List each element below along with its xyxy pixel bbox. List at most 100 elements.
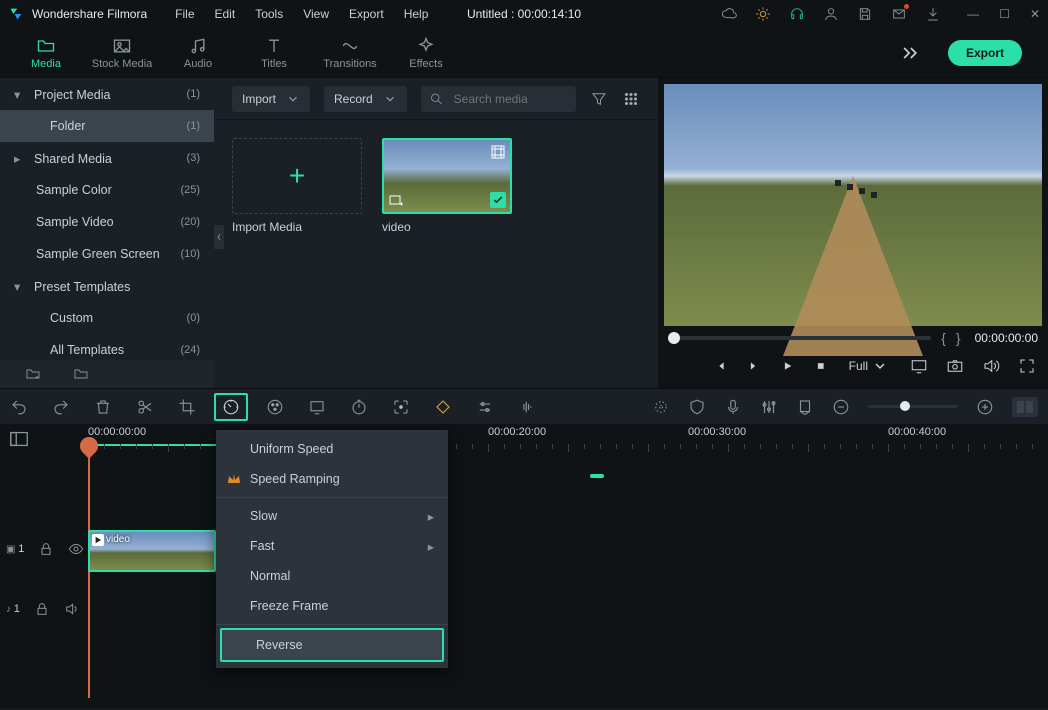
- support-headset-icon[interactable]: [789, 6, 805, 22]
- window-close-button[interactable]: ✕: [1030, 7, 1040, 21]
- sidebar-item-sample-green-screen[interactable]: Sample Green Screen (10): [0, 238, 214, 270]
- stop-icon[interactable]: [815, 358, 826, 374]
- save-icon[interactable]: [857, 6, 873, 22]
- tracking-icon[interactable]: [392, 398, 410, 416]
- menu-item-reverse[interactable]: Reverse: [220, 628, 444, 662]
- adjust-icon[interactable]: [476, 398, 494, 416]
- snapshot-icon[interactable]: [946, 357, 964, 375]
- new-folder-icon[interactable]: [24, 366, 42, 382]
- menu-export[interactable]: Export: [339, 7, 394, 21]
- sidebar-collapse-button[interactable]: [214, 225, 224, 249]
- speed-button[interactable]: [214, 393, 248, 421]
- grid-view-icon[interactable]: [622, 90, 640, 108]
- zoom-out-button[interactable]: [832, 398, 850, 416]
- sidebar-item-folder[interactable]: Folder (1): [0, 110, 214, 142]
- step-forward-icon[interactable]: [748, 358, 759, 374]
- tab-transitions[interactable]: Transitions: [312, 28, 388, 78]
- menu-item-speed-ramping[interactable]: Speed Ramping: [216, 464, 448, 494]
- export-button[interactable]: Export: [948, 40, 1022, 66]
- screen-crop-icon[interactable]: [308, 398, 326, 416]
- zoom-in-button[interactable]: [976, 398, 994, 416]
- marker-dots-icon[interactable]: [652, 398, 670, 416]
- sidebar-item-preset-templates[interactable]: ▾Preset Templates: [0, 270, 214, 302]
- media-clip-card[interactable]: video: [382, 138, 512, 234]
- keyframe-icon[interactable]: [434, 398, 452, 416]
- timeline-clip[interactable]: video: [88, 530, 216, 572]
- zoom-fit-button[interactable]: [1012, 397, 1038, 417]
- window-minimize-button[interactable]: —: [967, 7, 979, 21]
- menu-help[interactable]: Help: [394, 7, 439, 21]
- redo-icon[interactable]: [52, 398, 70, 416]
- sidebar-item-all-templates[interactable]: All Templates (24): [0, 334, 214, 360]
- scrub-handle-icon[interactable]: [668, 332, 680, 344]
- volume-icon[interactable]: [982, 357, 1000, 375]
- color-icon[interactable]: [266, 398, 284, 416]
- eye-icon[interactable]: [68, 541, 84, 557]
- sidebar-item-custom[interactable]: Custom (0): [0, 302, 214, 334]
- text-t-icon: [264, 36, 284, 56]
- crop-icon[interactable]: [178, 398, 196, 416]
- notifications-icon[interactable]: [891, 6, 907, 22]
- play-icon[interactable]: [782, 358, 793, 374]
- menu-item-fast[interactable]: Fast ▸: [216, 531, 448, 561]
- folder-open-icon[interactable]: [72, 366, 90, 382]
- record-dropdown[interactable]: Record: [324, 86, 407, 112]
- marker-flag-icon[interactable]: [796, 398, 814, 416]
- download-icon[interactable]: [925, 6, 941, 22]
- import-media-card[interactable]: + Import Media: [232, 138, 362, 234]
- window-maximize-button[interactable]: ☐: [999, 7, 1010, 21]
- sidebar-item-sample-color[interactable]: Sample Color (25): [0, 174, 214, 206]
- tab-effects[interactable]: Effects: [388, 28, 464, 78]
- menu-tools[interactable]: Tools: [245, 7, 293, 21]
- preview-monitor[interactable]: [664, 84, 1042, 326]
- lock-icon[interactable]: [38, 541, 54, 557]
- menu-file[interactable]: File: [165, 7, 204, 21]
- menu-item-slow[interactable]: Slow ▸: [216, 501, 448, 531]
- menu-edit[interactable]: Edit: [205, 7, 246, 21]
- mixer-icon[interactable]: [760, 398, 778, 416]
- more-tabs-icon[interactable]: [900, 43, 920, 63]
- import-dropdown[interactable]: Import: [232, 86, 310, 112]
- timeline-thumbnail-toggle-icon[interactable]: [8, 428, 30, 450]
- sidebar-item-project-media[interactable]: ▾Project Media (1): [0, 78, 214, 110]
- split-icon[interactable]: [136, 398, 154, 416]
- cloud-icon[interactable]: [721, 6, 737, 22]
- account-icon[interactable]: [823, 6, 839, 22]
- menu-separator: [216, 497, 448, 498]
- step-back-icon[interactable]: [715, 358, 726, 374]
- add-to-timeline-icon[interactable]: [388, 192, 404, 208]
- screen-icon[interactable]: [910, 357, 928, 375]
- filter-icon[interactable]: [590, 90, 608, 108]
- tab-titles[interactable]: Titles: [236, 28, 312, 78]
- tab-audio[interactable]: Audio: [160, 28, 236, 78]
- speaker-icon[interactable]: [64, 601, 80, 617]
- timer-icon[interactable]: [350, 398, 368, 416]
- delete-icon[interactable]: [94, 398, 112, 416]
- lock-icon[interactable]: [34, 601, 50, 617]
- crown-icon: [226, 471, 242, 487]
- microphone-icon[interactable]: [724, 398, 742, 416]
- sidebar-item-sample-video[interactable]: Sample Video (20): [0, 206, 214, 238]
- search-box[interactable]: [421, 86, 576, 112]
- menu-item-normal[interactable]: Normal: [216, 561, 448, 591]
- zoom-slider-handle-icon[interactable]: [900, 401, 910, 411]
- menu-item-uniform-speed[interactable]: Uniform Speed: [216, 434, 448, 464]
- sun-icon[interactable]: [755, 6, 771, 22]
- audio-track[interactable]: ♪ 1: [0, 584, 1048, 634]
- video-track[interactable]: ▣ 1 video: [0, 524, 1048, 574]
- search-input[interactable]: [452, 91, 568, 107]
- audio-eq-icon[interactable]: [518, 398, 536, 416]
- preview-quality-select[interactable]: Full: [849, 358, 888, 374]
- tab-stock-media[interactable]: Stock Media: [84, 28, 160, 78]
- menu-view[interactable]: View: [293, 7, 339, 21]
- shield-icon[interactable]: [688, 398, 706, 416]
- mark-out-icon[interactable]: }: [956, 330, 961, 346]
- undo-icon[interactable]: [10, 398, 28, 416]
- scrub-track[interactable]: [668, 336, 931, 340]
- tab-media[interactable]: Media: [8, 28, 84, 78]
- menu-item-freeze-frame[interactable]: Freeze Frame: [216, 591, 448, 621]
- zoom-slider[interactable]: [868, 405, 958, 408]
- mark-in-icon[interactable]: {: [941, 330, 946, 346]
- fullscreen-icon[interactable]: [1018, 357, 1036, 375]
- sidebar-item-shared-media[interactable]: ▸Shared Media (3): [0, 142, 214, 174]
